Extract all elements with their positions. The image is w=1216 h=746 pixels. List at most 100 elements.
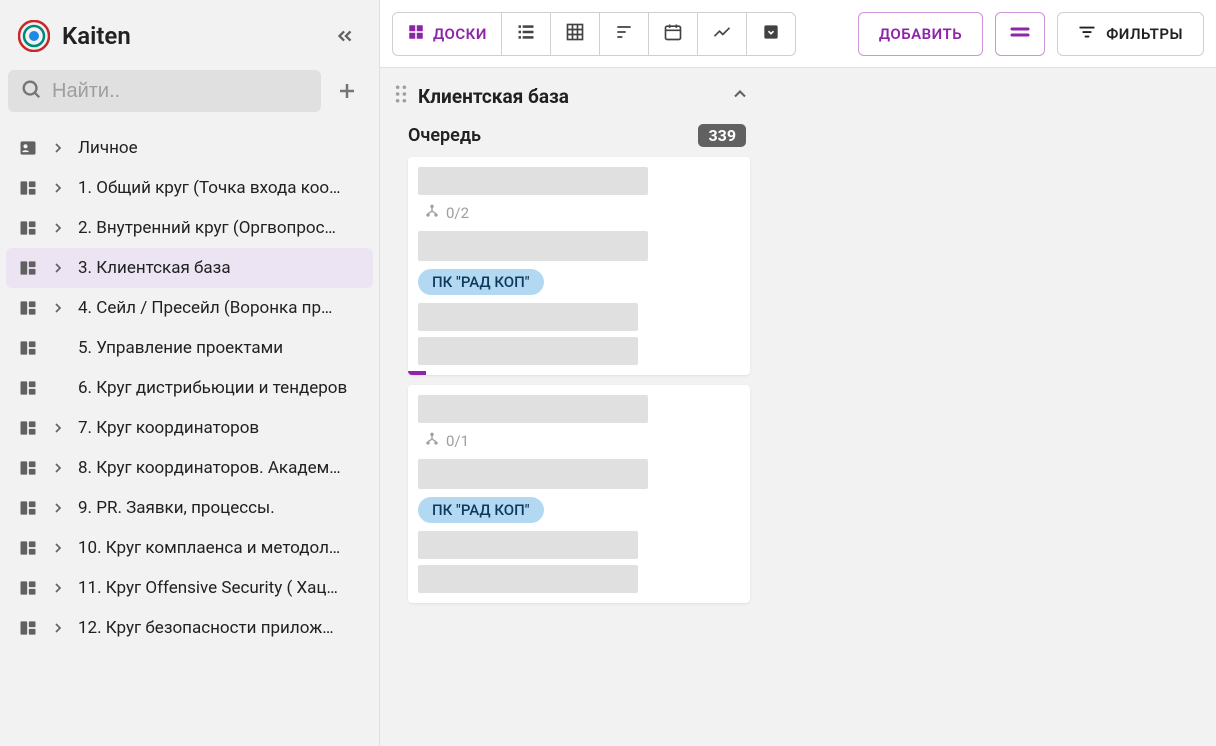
boards-grid-icon: [407, 23, 425, 45]
cards-list: 0/2 ПК "РАД КОП": [390, 157, 760, 613]
card[interactable]: 0/1 ПК "РАД КОП": [408, 385, 750, 603]
view-switcher: ДОСКИ: [392, 12, 796, 56]
view-timeline-button[interactable]: [600, 13, 649, 55]
chevron-right-icon[interactable]: [48, 458, 68, 478]
chart-line-icon: [712, 22, 732, 46]
board-icon: [18, 378, 38, 398]
priority-button[interactable]: [995, 12, 1045, 56]
board-area[interactable]: Клиентская база Очередь 339: [380, 68, 1216, 746]
add-space-button[interactable]: [327, 71, 367, 111]
filters-label: ФИЛЬТРЫ: [1106, 25, 1183, 43]
sidebar-item-label: 11. Круг Offensive Security ( Хац…: [78, 578, 361, 598]
sidebar-item-6[interactable]: 6. Круг дистрибьюции и тендеров: [6, 368, 373, 408]
card[interactable]: 0/2 ПК "РАД КОП": [408, 157, 750, 375]
chevron-right-icon[interactable]: [48, 618, 68, 638]
chevron-right-icon[interactable]: [48, 538, 68, 558]
chevron-right-icon[interactable]: [48, 298, 68, 318]
sidebar-item-label: 9. PR. Заявки, процессы.: [78, 498, 361, 518]
chevron-right-icon[interactable]: [48, 178, 68, 198]
add-button[interactable]: ДОБАВИТЬ: [858, 12, 983, 56]
subtasks-icon: [424, 203, 440, 223]
main: ДОСКИ: [380, 0, 1216, 746]
column-title: Очередь: [408, 125, 481, 146]
card-color-bar: [408, 371, 426, 375]
app-name: Kaiten: [62, 22, 131, 50]
board-icon: [18, 298, 38, 318]
column-header[interactable]: Очередь 339: [390, 114, 760, 157]
sidebar-item-10[interactable]: 10. Круг комплаенса и методол…: [6, 528, 373, 568]
sidebar-item-label: 12. Круг безопасности прилож…: [78, 618, 361, 638]
sidebar-header: Kaiten: [0, 8, 379, 70]
sidebar-item-label: 8. Круг координаторов. Академ…: [78, 458, 361, 478]
view-boards-label: ДОСКИ: [433, 25, 487, 43]
card-line-placeholder: [418, 565, 638, 593]
card-line-placeholder: [418, 531, 638, 559]
panel-header: Клиентская база: [390, 78, 760, 114]
sidebar-item-label: 7. Круг координаторов: [78, 418, 361, 438]
sidebar: Kaiten Личное 1. Общий круг (Точка входа …: [0, 0, 380, 746]
card-title-placeholder: [418, 395, 648, 423]
logo[interactable]: Kaiten: [18, 20, 131, 52]
view-boards-button[interactable]: ДОСКИ: [393, 13, 502, 55]
view-calendar-button[interactable]: [649, 13, 698, 55]
card-line-placeholder: [418, 459, 648, 489]
board-icon: [18, 178, 38, 198]
sidebar-item-label: Личное: [78, 138, 361, 158]
board-icon: [18, 538, 38, 558]
sidebar-item-8[interactable]: 8. Круг координаторов. Академ…: [6, 448, 373, 488]
collapse-sidebar-button[interactable]: [329, 20, 361, 52]
sidebar-item-0[interactable]: Личное: [6, 128, 373, 168]
subtasks-count: 0/1: [446, 432, 469, 450]
search-input[interactable]: [52, 80, 309, 103]
view-table-button[interactable]: [551, 13, 600, 55]
chevron-right-icon[interactable]: [48, 138, 68, 158]
column-count-badge: 339: [698, 124, 746, 147]
card-line-placeholder: [418, 337, 638, 365]
person-card-icon: [18, 138, 38, 158]
card-line-placeholder: [418, 231, 648, 261]
sidebar-item-3[interactable]: 3. Клиентская база: [6, 248, 373, 288]
sidebar-item-7[interactable]: 7. Круг координаторов: [6, 408, 373, 448]
sidebar-item-label: 2. Внутренний круг (Оргвопрос…: [78, 218, 361, 238]
filters-button[interactable]: ФИЛЬТРЫ: [1057, 12, 1204, 56]
drag-handle-icon[interactable]: [394, 85, 408, 107]
sidebar-item-5[interactable]: 5. Управление проектами: [6, 328, 373, 368]
subtasks-indicator: 0/1: [418, 431, 740, 451]
timeline-icon: [614, 22, 634, 46]
table-icon: [565, 22, 585, 46]
sidebar-item-label: 3. Клиентская база: [78, 258, 361, 278]
sidebar-item-2[interactable]: 2. Внутренний круг (Оргвопрос…: [6, 208, 373, 248]
card-title-placeholder: [418, 167, 648, 195]
chevron-right-icon[interactable]: [48, 418, 68, 438]
card-tag[interactable]: ПК "РАД КОП": [418, 497, 544, 523]
app-logo-icon: [18, 20, 50, 52]
list-icon: [516, 22, 536, 46]
chevron-right-icon[interactable]: [48, 578, 68, 598]
sidebar-item-1[interactable]: 1. Общий круг (Точка входа коо…: [6, 168, 373, 208]
view-chart-button[interactable]: [698, 13, 747, 55]
board-icon: [18, 258, 38, 278]
sidebar-item-9[interactable]: 9. PR. Заявки, процессы.: [6, 488, 373, 528]
sidebar-item-label: 6. Круг дистрибьюции и тендеров: [78, 378, 361, 398]
chevron-right-icon[interactable]: [48, 498, 68, 518]
card-tag[interactable]: ПК "РАД КОП": [418, 269, 544, 295]
view-list-button[interactable]: [502, 13, 551, 55]
priority-icon: [1010, 25, 1030, 43]
sidebar-item-11[interactable]: 11. Круг Offensive Security ( Хац…: [6, 568, 373, 608]
search-wrap[interactable]: [8, 70, 321, 112]
toolbar: ДОСКИ: [380, 0, 1216, 68]
sidebar-item-12[interactable]: 12. Круг безопасности прилож…: [6, 608, 373, 648]
collapse-panel-button[interactable]: [730, 84, 750, 108]
board-icon: [18, 338, 38, 358]
subtasks-icon: [424, 431, 440, 451]
chevron-right-icon[interactable]: [48, 218, 68, 238]
board-icon: [18, 618, 38, 638]
sidebar-item-4[interactable]: 4. Сейл / Пресейл (Воронка пр…: [6, 288, 373, 328]
calendar-icon: [663, 22, 683, 46]
subtasks-count: 0/2: [446, 204, 469, 222]
sidebar-item-label: 4. Сейл / Пресейл (Воронка пр…: [78, 298, 361, 318]
chevron-right-icon[interactable]: [48, 258, 68, 278]
add-button-label: ДОБАВИТЬ: [879, 25, 962, 43]
sidebar-item-label: 5. Управление проектами: [78, 338, 361, 358]
view-archive-button[interactable]: [747, 13, 795, 55]
